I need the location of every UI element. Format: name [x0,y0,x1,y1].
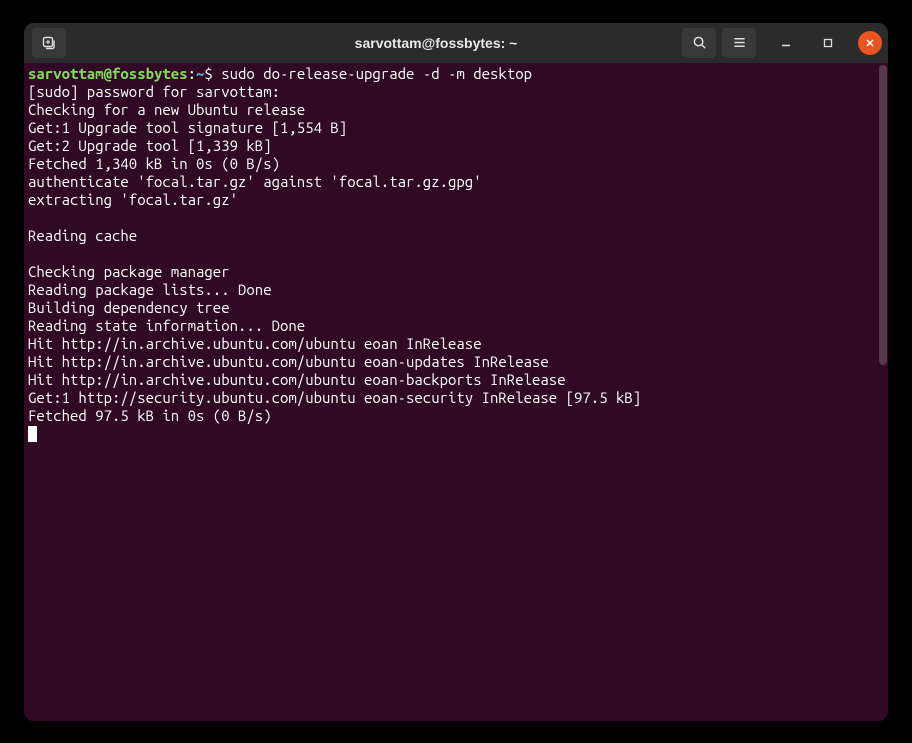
maximize-icon [823,38,833,48]
terminal-area[interactable]: sarvottam@fossbytes:~$ sudo do-release-u… [24,63,888,721]
cursor-icon [28,426,37,442]
output-line: Fetched 97.5 kB in 0s (0 B/s) [28,407,884,425]
maximize-button[interactable] [816,31,840,55]
prompt-colon: : [188,65,196,82]
cursor-line [28,425,884,443]
new-tab-icon [41,35,57,51]
minimize-button[interactable] [774,31,798,55]
output-line: authenticate 'focal.tar.gz' against 'foc… [28,173,884,191]
output-line: extracting 'focal.tar.gz' [28,191,884,209]
output-line: Building dependency tree [28,299,884,317]
output-line: Checking package manager [28,263,884,281]
output-line: Hit http://in.archive.ubuntu.com/ubuntu … [28,335,884,353]
titlebar-left [30,28,190,58]
window-title: sarvottam@fossbytes: ~ [190,35,682,51]
output-line: Hit http://in.archive.ubuntu.com/ubuntu … [28,371,884,389]
output-line: Get:2 Upgrade tool [1,339 kB] [28,137,884,155]
command-text: sudo do-release-upgrade -d -m desktop [221,65,532,82]
output-line: Hit http://in.archive.ubuntu.com/ubuntu … [28,353,884,371]
prompt-line: sarvottam@fossbytes:~$ sudo do-release-u… [28,65,884,83]
hamburger-icon [732,35,747,50]
new-tab-button[interactable] [32,28,66,58]
close-icon [865,38,875,48]
terminal-window: sarvottam@fossbytes: ~ [24,23,888,721]
output-line: Reading cache [28,227,884,245]
output-line: Reading state information... Done [28,317,884,335]
prompt-symbol: $ [204,65,221,82]
output-line: [sudo] password for sarvottam: [28,83,884,101]
scrollbar-thumb[interactable] [879,65,887,365]
close-button[interactable] [858,31,882,55]
output-line: Reading package lists... Done [28,281,884,299]
output-line [28,245,884,263]
menu-button[interactable] [722,28,756,58]
search-button[interactable] [682,28,716,58]
search-icon [692,35,707,50]
titlebar: sarvottam@fossbytes: ~ [24,23,888,63]
output-line: Get:1 Upgrade tool signature [1,554 B] [28,119,884,137]
output-line: Checking for a new Ubuntu release [28,101,884,119]
prompt-user-host: sarvottam@fossbytes [28,65,188,82]
minimize-icon [781,38,791,48]
terminal-content: sarvottam@fossbytes:~$ sudo do-release-u… [26,65,886,443]
output-line: Get:1 http://security.ubuntu.com/ubuntu … [28,389,884,407]
output-lines: [sudo] password for sarvottam: Checking … [28,83,884,425]
output-line: Fetched 1,340 kB in 0s (0 B/s) [28,155,884,173]
titlebar-right [682,28,882,58]
output-line [28,209,884,227]
